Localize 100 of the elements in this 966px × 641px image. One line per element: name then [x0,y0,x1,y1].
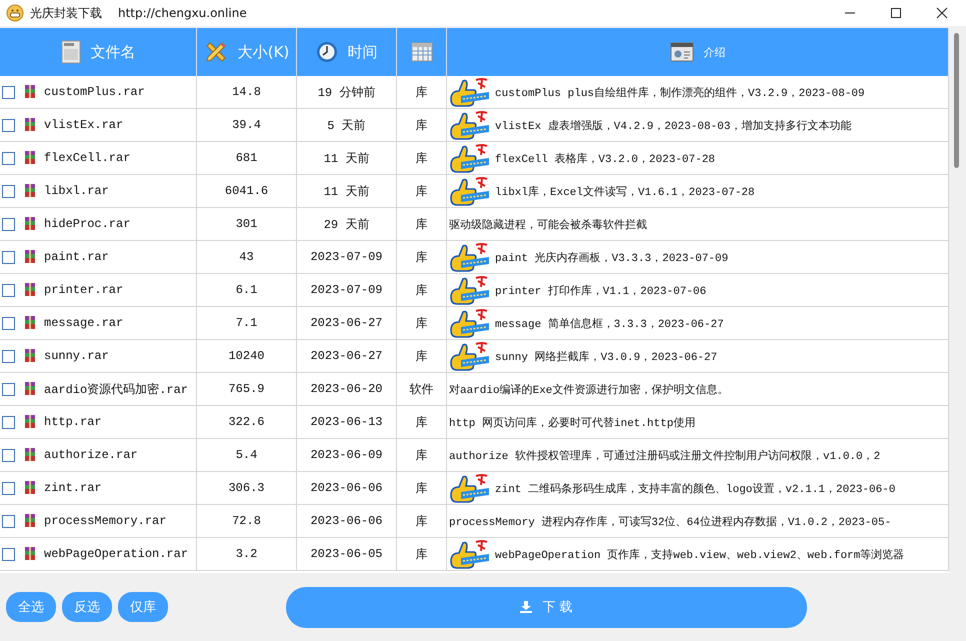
description-text: 驱动级隐藏进程，可能会被杀毒软件拦截 [449,218,647,232]
table-cell: 库 [397,505,447,537]
checkbox[interactable] [2,184,15,198]
description-text: authorize 软件授权管理库，可通过注册码或注册文件控制用户访问权限，v1.0.0，2 [449,448,880,462]
document-icon [60,40,80,64]
table-cell: 72.8 [197,505,297,537]
action-button[interactable]: 反选 [62,592,112,622]
books-icon [22,216,38,232]
table-cell: 43 [197,241,297,273]
file-name: customPlus.rar [44,85,145,99]
table-cell: 2023-06-06 [297,505,397,537]
file-name: hideProc.rar [44,217,130,231]
file-name: flexCell.rar [44,151,130,165]
checkbox[interactable] [2,350,15,362]
table-cell: 11 天前 [297,142,397,174]
checkbox[interactable] [2,284,15,296]
column-header[interactable]: 介绍 [447,28,949,76]
checkbox[interactable] [2,448,15,462]
description-text: message 简单信息框，3.3.3，2023-06-27 [495,317,724,330]
column-header[interactable]: 文件名 [0,28,197,76]
table-cell: 2023-06-06 [297,472,397,504]
table-cell: 765.9 [197,373,297,405]
checkbox[interactable] [2,548,15,560]
action-button[interactable]: 仅库 [118,592,168,622]
scrollbar[interactable] [949,28,966,573]
table-cell: 2023-06-20 [297,373,397,405]
checkbox[interactable] [2,316,15,330]
checkbox[interactable] [2,382,15,396]
checkbox[interactable] [2,86,15,98]
checkbox[interactable] [2,482,15,494]
table-cell: 库 [397,439,447,471]
checkbox[interactable] [2,514,15,528]
checkbox[interactable] [2,250,15,264]
description-text: sunny 网络拦截库，V3.0.9，2023-06-27 [495,350,718,364]
table-cell: 库 [397,340,447,372]
description-text: webPageOperation 页作库，支持web.view、web.view2、web.form等浏览器 [495,548,904,562]
website-url: http://chengxu.online [118,6,247,20]
table-cell: 库 [397,307,447,339]
description-text: customPlus plus自绘组件库，制作漂亮的组件，V3.2.9，2023-08-09 [495,86,865,100]
table-cell: 7.1 [197,307,297,339]
table-cell: 2023-07-09 [297,241,397,273]
file-name: vlistEx.rar [44,118,124,132]
description-text: libxl库，Excel文件读写，V1.6.1，2023-07-28 [495,184,755,198]
column-header[interactable]: 时间 [297,28,397,76]
table-cell: 301 [197,208,297,240]
action-button[interactable]: 全选 [6,592,56,622]
books-icon [22,84,38,100]
window-title: 光庆封装下载 [30,4,102,22]
books-icon [22,414,38,430]
table-cell: 库 [397,241,447,273]
books-icon [22,513,38,529]
books-icon [22,315,38,331]
books-icon [22,117,38,133]
file-name: aardio资源代码加密.rar [44,382,188,398]
table-cell: 2023-07-09 [297,274,397,306]
table-cell: 14.8 [197,76,297,108]
file-name: printer.rar [44,283,124,297]
file-name: sunny.rar [44,349,109,363]
table-cell: 6.1 [197,274,297,306]
table-cell: 2023-06-27 [297,340,397,372]
table-cell: 库 [397,175,447,207]
clock-icon [316,41,338,63]
description-text: paint 光庆内存画板，V3.3.3，2023-07-09 [495,250,728,264]
table-cell: 2023-06-27 [297,307,397,339]
table-cell: 库 [397,142,447,174]
file-name: zint.rar [44,481,102,495]
books-icon [22,150,38,166]
books-icon [22,348,38,364]
description-text: zint 二维码条形码生成库，支持丰富的颜色、logo设置，v2.1.1，2023-06-0 [495,482,896,496]
checkbox[interactable] [2,416,15,428]
table-cell: 库 [397,406,447,438]
table-cell: 19 分钟前 [297,76,397,108]
table-cell: 11 天前 [297,175,397,207]
description-text: vlistEx 虚表增强版，V4.2.9，2023-08-03，增加支持多行文本功能 [495,118,852,132]
column-header[interactable]: 大小(K) [197,28,297,76]
description-text: flexCell 表格库，V3.2.0，2023-07-28 [495,152,716,166]
file-name: webPageOperation.rar [44,547,188,561]
table-cell: 2023-06-09 [297,439,397,471]
close-icon[interactable] [936,7,948,19]
table-cell: 5.4 [197,439,297,471]
table-cell: 库 [397,472,447,504]
presentation-icon [670,42,694,62]
table-cell: 5 天前 [297,109,397,141]
table-cell: 322.6 [197,406,297,438]
checkbox[interactable] [2,218,15,230]
table-cell: 库 [397,538,447,570]
maximize-icon[interactable] [890,7,902,19]
checkbox[interactable] [2,118,15,132]
books-icon [22,249,38,265]
checkbox[interactable] [2,152,15,164]
download-button[interactable]: 下 载 [286,586,807,628]
table-cell: 库 [397,208,447,240]
smiley-icon [6,4,24,22]
books-icon [22,282,38,298]
table-cell: 6041.6 [197,175,297,207]
books-icon [22,381,38,397]
pencil-ruler-icon [204,40,228,64]
table-cell: 681 [197,142,297,174]
scrollbar-thumb[interactable] [954,33,959,168]
description-text: processMemory 进程内存作库，可读写32位、64位进程内存数据，V1.0.2，2023-05- [449,514,892,528]
